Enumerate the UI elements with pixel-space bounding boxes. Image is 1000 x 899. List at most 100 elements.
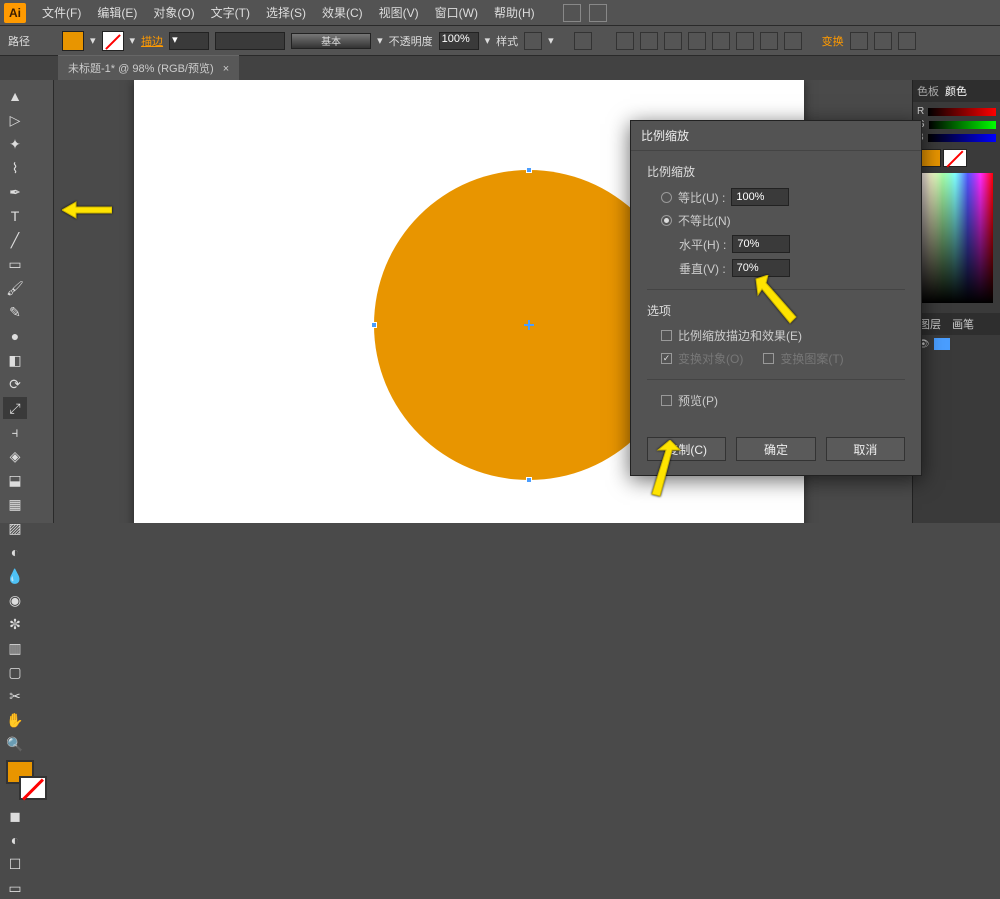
panel-stroke-swatch[interactable] (943, 149, 967, 167)
stroke-weight-input[interactable]: ▾ (169, 32, 209, 50)
paintbrush-tool[interactable]: 🖌 (3, 277, 27, 299)
slice-tool[interactable]: ✂ (3, 685, 27, 707)
fill-swatch[interactable] (62, 31, 84, 51)
selection-tool[interactable]: ▲ (3, 85, 27, 107)
pen-tool[interactable]: ✒ (3, 181, 27, 203)
stroke-label[interactable]: 描边 (141, 33, 163, 49)
menu-type[interactable]: 文字(T) (203, 0, 258, 25)
gradient-tool[interactable]: ◐ (3, 541, 27, 563)
recolor-icon[interactable] (574, 32, 592, 50)
symbol-sprayer-tool[interactable]: ✼ (3, 613, 27, 635)
brush-basic[interactable]: 基本 (291, 33, 371, 49)
tab-close-icon[interactable]: × (223, 63, 229, 75)
app-logo: Ai (4, 3, 26, 23)
pencil-tool[interactable]: ✎ (3, 301, 27, 323)
arrange-icon[interactable] (589, 4, 607, 22)
menu-effect[interactable]: 效果(C) (314, 0, 371, 25)
color-mode-1[interactable]: ◼ (3, 805, 27, 827)
anchor-left[interactable] (371, 322, 377, 328)
line-tool[interactable]: ╱ (3, 229, 27, 251)
anchor-top[interactable] (526, 167, 532, 173)
uniform-radio[interactable] (661, 192, 672, 203)
transform-icon-1[interactable] (850, 32, 868, 50)
tab-title: 未标题-1* @ 98% (RGB/预览) (68, 63, 214, 75)
eraser-tool[interactable]: ◧ (3, 349, 27, 371)
align-icon-6[interactable] (736, 32, 754, 50)
column-graph-tool[interactable]: ▥ (3, 637, 27, 659)
align-icon-2[interactable] (640, 32, 658, 50)
eyedropper-tool[interactable]: 💧 (3, 565, 27, 587)
preview-checkbox[interactable] (661, 395, 672, 406)
horizontal-input[interactable]: 70% (732, 235, 790, 253)
stroke-none-swatch[interactable] (102, 31, 124, 51)
transform-patterns-checkbox (763, 353, 774, 364)
shape-builder-tool[interactable]: ⬓ (3, 469, 27, 491)
menu-edit[interactable]: 编辑(E) (89, 0, 145, 25)
center-point (524, 320, 534, 330)
rectangle-tool[interactable]: ▭ (3, 253, 27, 275)
perspective-tool[interactable]: ▦ (3, 493, 27, 515)
menu-help[interactable]: 帮助(H) (486, 0, 543, 25)
artboard-tool[interactable]: ▢ (3, 661, 27, 683)
options-label: 选项 (647, 302, 905, 319)
horizontal-label: 水平(H) : (679, 236, 726, 253)
layers-tab[interactable]: 图层 (919, 319, 941, 331)
g-slider[interactable] (929, 121, 996, 129)
color-spectrum[interactable] (917, 173, 993, 303)
copy-button[interactable]: 复制(C) (647, 437, 726, 461)
screen-mode-tool[interactable]: ▭ (3, 877, 27, 899)
zoom-tool[interactable]: 🔍 (3, 733, 27, 755)
scale-tool[interactable]: ⤢ (3, 397, 27, 419)
type-tool[interactable]: T (3, 205, 27, 227)
color-mode-2[interactable]: ◐ (3, 829, 27, 851)
workspace-icon[interactable] (563, 4, 581, 22)
menubar: Ai 文件(F) 编辑(E) 对象(O) 文字(T) 选择(S) 效果(C) 视… (0, 0, 1000, 26)
mesh-tool[interactable]: ▨ (3, 517, 27, 539)
opacity-input[interactable]: 100% (439, 32, 479, 50)
vertical-input[interactable]: 70% (732, 259, 790, 277)
uniform-input[interactable]: 100% (731, 188, 789, 206)
free-transform-tool[interactable]: ◈ (3, 445, 27, 467)
hand-tool[interactable]: ✋ (3, 709, 27, 731)
r-label: R (917, 106, 924, 117)
style-swatch[interactable] (524, 32, 542, 50)
blend-tool[interactable]: ◉ (3, 589, 27, 611)
brushes-tab[interactable]: 画笔 (952, 319, 974, 331)
menu-object[interactable]: 对象(O) (145, 0, 202, 25)
transform-icon-2[interactable] (874, 32, 892, 50)
cancel-button[interactable]: 取消 (826, 437, 905, 461)
transform-icon-3[interactable] (898, 32, 916, 50)
r-slider[interactable] (928, 108, 996, 116)
align-icon-1[interactable] (616, 32, 634, 50)
b-slider[interactable] (928, 134, 996, 142)
toolbox: ▲ ▷ ✦ ⌇ ✒ T ╱ ▭ 🖌 ✎ ● ◧ ⟳ ⤢ ⫞ ◈ ⬓ ▦ ▨ ◐ … (0, 80, 54, 523)
align-icon-7[interactable] (760, 32, 778, 50)
color-mode-3[interactable]: ☐ (3, 853, 27, 875)
stroke-color-swatch[interactable] (19, 776, 47, 800)
nonuniform-radio[interactable] (661, 215, 672, 226)
rotate-tool[interactable]: ⟳ (3, 373, 27, 395)
magic-wand-tool[interactable]: ✦ (3, 133, 27, 155)
stroke-profile[interactable] (215, 32, 285, 50)
direct-selection-tool[interactable]: ▷ (3, 109, 27, 131)
scale-strokes-checkbox[interactable] (661, 330, 672, 341)
anchor-bottom[interactable] (526, 477, 532, 483)
lasso-tool[interactable]: ⌇ (3, 157, 27, 179)
transform-label[interactable]: 变换 (822, 33, 844, 49)
menu-window[interactable]: 窗口(W) (427, 0, 486, 25)
align-icon-5[interactable] (712, 32, 730, 50)
menu-select[interactable]: 选择(S) (258, 0, 314, 25)
align-icon-4[interactable] (688, 32, 706, 50)
color-tab[interactable]: 颜色 (945, 83, 967, 99)
swatches-tab[interactable]: 色板 (917, 83, 939, 99)
blob-brush-tool[interactable]: ● (3, 325, 27, 347)
menu-file[interactable]: 文件(F) (34, 0, 89, 25)
layer-row[interactable]: 👁 (913, 335, 1000, 353)
document-tab[interactable]: 未标题-1* @ 98% (RGB/预览) × (58, 55, 239, 80)
menu-view[interactable]: 视图(V) (371, 0, 427, 25)
align-icon-8[interactable] (784, 32, 802, 50)
fill-stroke-colors[interactable] (4, 760, 49, 800)
align-icon-3[interactable] (664, 32, 682, 50)
ok-button[interactable]: 确定 (736, 437, 815, 461)
width-tool[interactable]: ⫞ (3, 421, 27, 443)
